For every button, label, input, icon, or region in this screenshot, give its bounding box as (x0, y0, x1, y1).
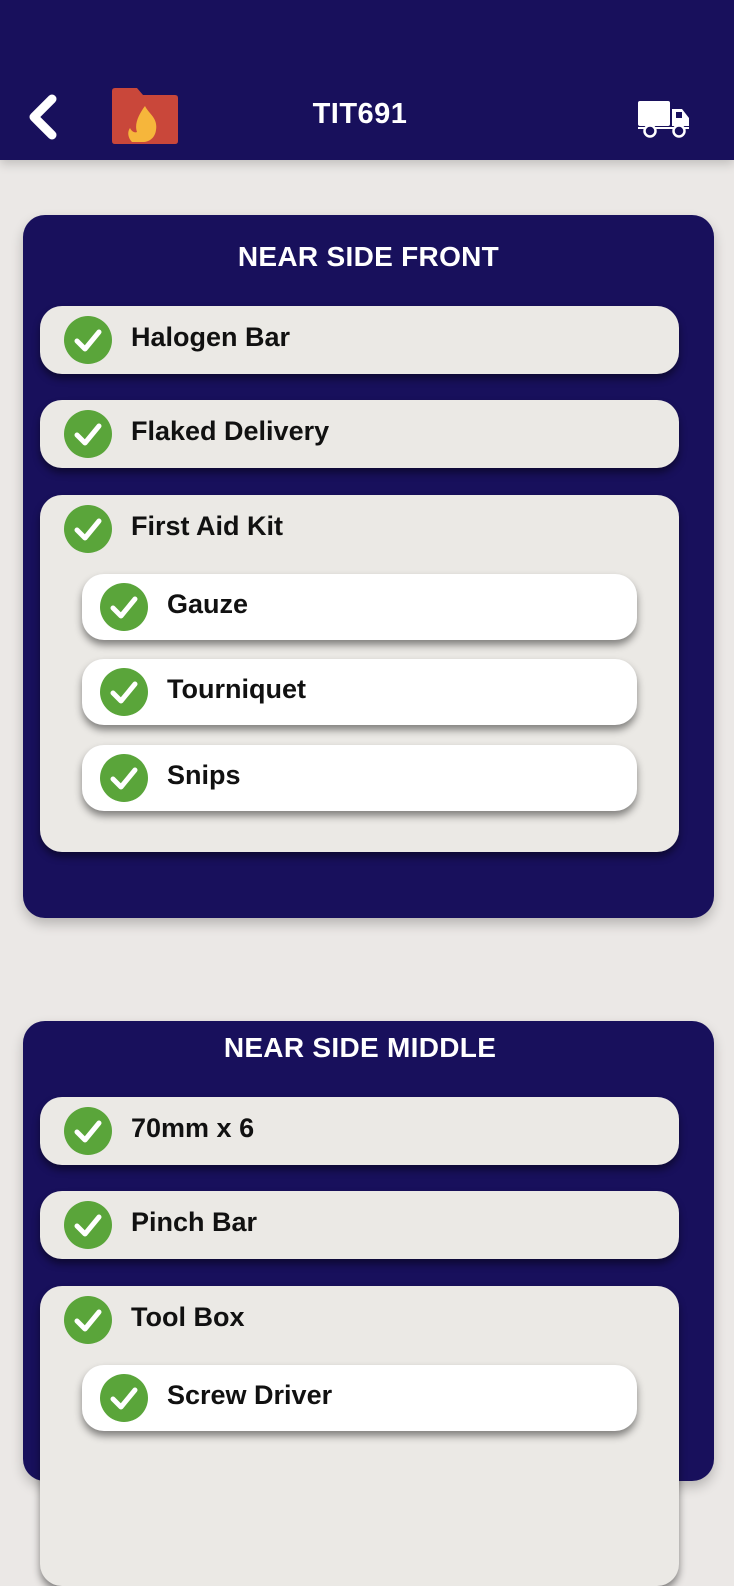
check-icon (64, 1201, 112, 1249)
item-label: Tool Box (131, 1302, 245, 1332)
section-title: NEAR SIDE MIDDLE (223, 1032, 497, 1063)
item-label: Halogen Bar (131, 322, 291, 352)
list-group-tool-box: Tool Box Screw Driver (40, 1286, 679, 1586)
item-label: Gauze (167, 589, 249, 619)
check-icon (64, 410, 112, 458)
truck-icon (638, 101, 689, 138)
app-header: TIT691 (0, 0, 734, 160)
check-icon (64, 1296, 112, 1344)
list-item-halogen-bar[interactable]: Halogen Bar (40, 306, 679, 374)
list-item-flaked-delivery[interactable]: Flaked Delivery (40, 400, 679, 468)
section-near-side-front: NEAR SIDE FRONT Halogen Bar Flaked Deliv… (23, 215, 714, 918)
check-icon (64, 1107, 112, 1155)
item-label: Tourniquet (167, 674, 306, 704)
section-near-side-middle: NEAR SIDE MIDDLE 70mm x 6 Pinch Bar Tool… (23, 1021, 714, 1586)
item-label: 70mm x 6 (131, 1113, 255, 1143)
list-group-first-aid-kit: First Aid Kit Gauze Tourniquet Snips (40, 495, 679, 852)
section-title: NEAR SIDE FRONT (237, 241, 500, 272)
item-label: Flaked Delivery (131, 416, 330, 446)
check-icon (100, 583, 148, 631)
truck-button[interactable] (636, 98, 692, 138)
check-icon (100, 668, 148, 716)
item-label: First Aid Kit (131, 511, 283, 541)
group-header-first-aid-kit[interactable]: First Aid Kit (40, 495, 679, 561)
check-icon (64, 316, 112, 364)
sub-item-gauze[interactable]: Gauze (82, 574, 637, 640)
list-item-pinch-bar[interactable]: Pinch Bar (40, 1191, 679, 1259)
sub-item-tourniquet[interactable]: Tourniquet (82, 659, 637, 725)
list-item-70mm-x-6[interactable]: 70mm x 6 (40, 1097, 679, 1165)
check-icon (100, 1374, 148, 1422)
group-header-tool-box[interactable]: Tool Box (40, 1286, 679, 1352)
sub-item-snips[interactable]: Snips (82, 745, 637, 811)
check-icon (100, 754, 148, 802)
item-label: Snips (167, 760, 241, 790)
item-label: Screw Driver (167, 1380, 333, 1410)
check-icon (64, 505, 112, 553)
page-title: TIT691 (312, 98, 408, 130)
item-label: Pinch Bar (131, 1207, 258, 1237)
sub-item-screw-driver[interactable]: Screw Driver (82, 1365, 637, 1431)
